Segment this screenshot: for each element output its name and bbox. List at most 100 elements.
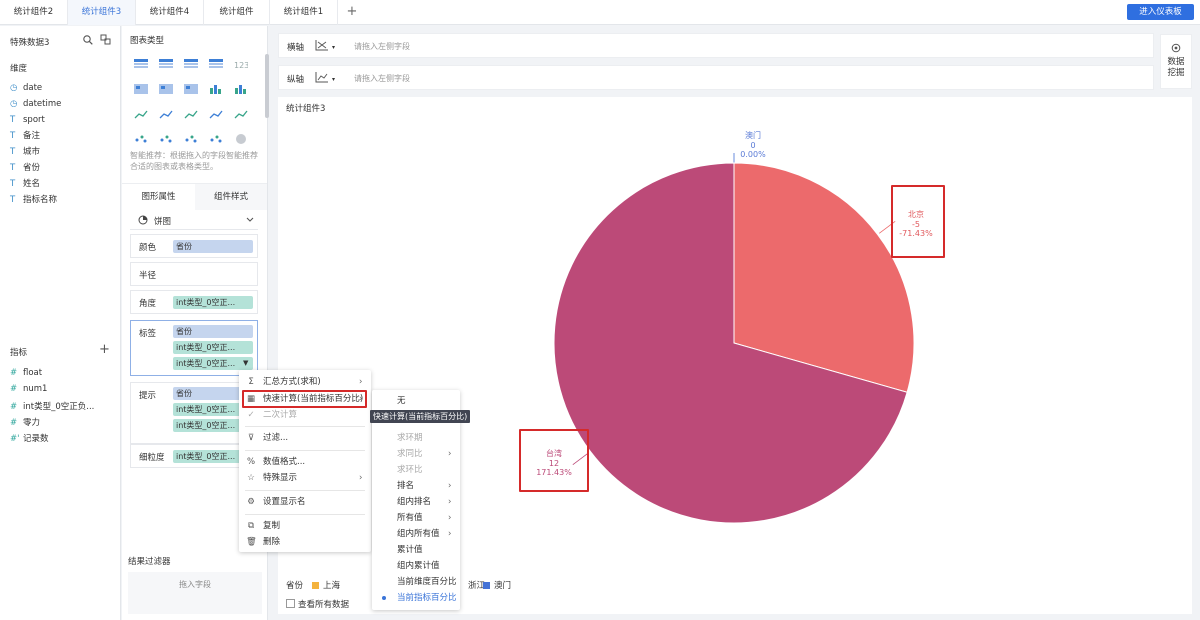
number-type-icon: # [10,402,18,412]
legend-item-shanghai[interactable]: 上海 [312,579,340,591]
label-property-row[interactable]: 标签 省份 int类型_0空正... int类型_0空正... ▼ [130,320,258,376]
tab-shape-attributes[interactable]: 图形属性 [122,184,195,211]
tab-stat-component-4[interactable]: 统计组件4 [136,0,204,25]
dimension-field-remark[interactable]: T 备注 [10,129,40,143]
scatter-up-icon[interactable] [209,109,223,119]
kpi-number-icon[interactable]: 123 [234,59,249,70]
menu-item-copy[interactable]: ⧉ 复制 [239,518,371,534]
area-chart-icon[interactable] [184,134,198,144]
grouped-table-icon[interactable] [184,84,198,94]
radar-icon[interactable] [159,134,173,144]
tab-stat-component[interactable]: 统计组件 [204,0,270,25]
angle-property-row[interactable]: 角度 int类型_0空正... [130,290,258,314]
x-axis-shelf[interactable]: 横轴 ▾ 请拖入左侧字段 [278,33,1154,58]
tab-stat-component-1[interactable]: 统计组件1 [270,0,338,25]
wave-line-icon[interactable] [234,109,248,119]
add-measure-button[interactable]: + [99,342,110,357]
submenu-item-rank[interactable]: 排名 › [372,478,460,494]
data-mining-button[interactable]: 数据挖掘 [1160,34,1192,89]
legend-title: 省份 [286,581,304,591]
dimension-field-datetime[interactable]: ◷ datetime [10,97,61,111]
highlight-box-taiwan [519,429,589,492]
dimension-field-date[interactable]: ◷ date [10,81,42,95]
y-axis-caret-icon[interactable]: ▾ [332,76,335,83]
chart-type-title: 图表类型 [130,36,165,46]
number-format-icon: % [246,457,256,467]
menu-item-summary-method[interactable]: Σ 汇总方式(求和) › [239,374,371,390]
x-axis-type-icon[interactable] [315,39,329,51]
menu-divider [245,450,365,451]
stacked-bar-icon[interactable] [134,109,148,119]
tab-stat-component-3[interactable]: 统计组件3 [68,0,136,25]
grouped-column-icon[interactable] [209,134,223,144]
submenu-item-label: 组内排名 [397,497,432,507]
area-line-icon[interactable] [134,134,148,144]
result-filter-drop-zone[interactable]: 拖入字段 [128,572,262,614]
matrix-table-icon[interactable] [209,84,223,94]
menu-item-secondary-calc: ✓ 二次计算 [239,407,371,423]
submenu-item-none[interactable]: 无 [372,393,460,409]
dimension-field-province[interactable]: T 省份 [10,161,40,175]
label-field-pill-int-1[interactable]: int类型_0空正... [173,341,253,354]
measure-field-float[interactable]: # float [10,366,42,380]
delete-icon: 🗑 [246,537,257,547]
text-type-icon: T [10,179,16,189]
measure-field-num1[interactable]: # num1 [10,382,47,396]
show-all-data-checkbox[interactable]: 查看所有数据 [286,598,349,610]
field-switch-icon[interactable] [100,34,111,45]
y-axis-shelf[interactable]: 纵轴 ▾ 请拖入左侧字段 [278,65,1154,90]
menu-divider [245,514,365,515]
menu-item-delete[interactable]: 🗑 删除 [239,534,371,550]
tab-component-style[interactable]: 组件样式 [195,184,267,211]
column-chart-icon[interactable] [159,109,173,119]
submenu-item-cumulative[interactable]: 累计值 [372,542,460,558]
dimension-field-city[interactable]: T 城市 [10,145,40,159]
measure-field-record-count[interactable]: #' 记录数 [10,432,49,446]
search-icon[interactable] [83,35,93,45]
color-field-pill[interactable]: 省份 [173,240,253,253]
y-axis-type-icon[interactable] [315,71,329,83]
scatter-icon[interactable] [234,134,248,144]
legend-item-macau[interactable]: 澳门 [483,579,511,591]
caret-down-icon[interactable]: ▼ [243,357,248,370]
enter-dashboard-button[interactable]: 进入仪表板 [1127,4,1194,20]
radius-property-row[interactable]: 半径 [130,262,258,286]
horizontal-bar-icon[interactable] [184,109,198,119]
detail-table-icon[interactable] [184,59,198,69]
multi-table-icon[interactable] [209,59,223,69]
checkbox-box[interactable] [286,599,295,608]
chart-type-scrollbar[interactable] [265,54,269,118]
chevron-right-icon: › [359,473,363,483]
bar-chart-icon[interactable] [234,84,248,94]
measure-field-int-type[interactable]: # int类型_0空正负... [10,400,94,414]
angle-field-pill[interactable]: int类型_0空正... [173,296,253,309]
label-field-pill-int-2[interactable]: int类型_0空正... ▼ [173,357,253,370]
list-table-icon[interactable] [134,84,148,94]
label-field-pill-province[interactable]: 省份 [173,325,253,338]
submenu-item-group-rank[interactable]: 组内排名 › [372,494,460,510]
submenu-item-metric-percent[interactable]: 当前指标百分比 [372,590,460,606]
chart-kind-select[interactable]: 饼图 [130,212,258,230]
submenu-item-label: 当前指标百分比 [397,593,457,603]
heatmap-table-icon[interactable] [159,84,173,94]
menu-item-set-display-name[interactable]: ⚙ 设置显示名 [239,494,371,510]
dimension-field-sport[interactable]: Tsport [10,113,45,127]
submenu-item-all-values[interactable]: 所有值 › [372,510,460,526]
measure-field-zero-force[interactable]: # 零力 [10,416,40,430]
submenu-item-label: 组内所有值 [397,529,440,539]
add-tab-button[interactable]: + [342,0,362,25]
submenu-item-label: 排名 [397,481,415,491]
submenu-item-group-all-values[interactable]: 组内所有值 › [372,526,460,542]
x-axis-caret-icon[interactable]: ▾ [332,44,335,51]
menu-item-special-display[interactable]: ☆ 特殊显示 › [239,470,371,486]
dimension-field-indicator-name[interactable]: T 指标名称 [10,193,57,207]
menu-item-filter[interactable]: ⊽ 过滤... [239,430,371,446]
table-chart-icon[interactable] [134,59,148,69]
menu-item-number-format[interactable]: % 数值格式... [239,454,371,470]
submenu-item-dim-percent[interactable]: 当前维度百分比 [372,574,460,590]
dimension-field-name[interactable]: T 姓名 [10,177,40,191]
cross-table-icon[interactable] [159,59,173,69]
submenu-item-group-cumulative[interactable]: 组内累计值 [372,558,460,574]
color-property-row[interactable]: 颜色 省份 [130,234,258,258]
tab-stat-component-2[interactable]: 统计组件2 [0,0,68,25]
